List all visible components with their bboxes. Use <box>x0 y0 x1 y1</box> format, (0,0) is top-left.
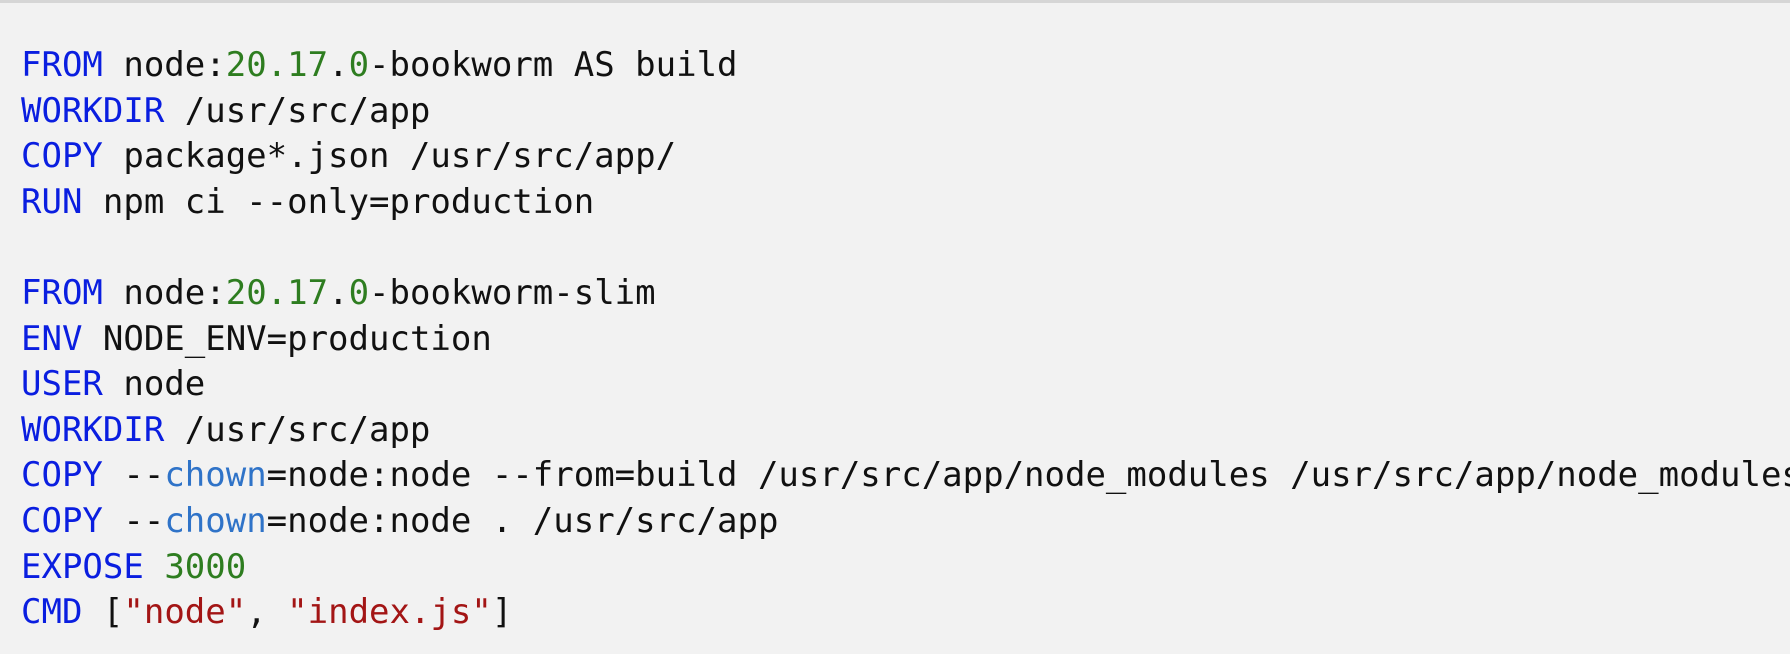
code-token: NODE_ENV=production <box>82 318 492 359</box>
code-token: node: <box>102 45 226 85</box>
code-token-flag: chown <box>164 455 267 496</box>
code-token-keyword: CMD <box>21 592 83 633</box>
code-token-keyword: COPY <box>21 455 103 496</box>
code-block[interactable]: FROM node:20.17.0-bookworm AS build WORKD… <box>0 3 1790 654</box>
code-line: WORKDIR /usr/src/app <box>21 408 1790 454</box>
code-token: . <box>328 272 349 313</box>
code-line: WORKDIR /usr/src/app <box>21 89 1790 135</box>
code-token-keyword: WORKDIR <box>21 90 165 131</box>
code-token: /usr/src/app <box>164 90 431 131</box>
code-line: RUN npm ci --only=production <box>21 180 1790 226</box>
code-token-keyword: WORKDIR <box>21 409 165 450</box>
code-token-keyword: ENV <box>21 318 83 359</box>
code-token: =node:node --from=build /usr/src/app/nod… <box>266 455 1790 496</box>
code-token-number: 3000 <box>164 546 247 587</box>
code-line: FROM node:20.17.0-bookworm AS build <box>21 43 1790 89</box>
code-token-keyword: FROM <box>21 272 103 313</box>
code-line: COPY --chown=node:node --from=build /usr… <box>21 453 1790 499</box>
code-token: . <box>328 45 349 85</box>
code-line: ENV NODE_ENV=production <box>21 317 1790 363</box>
code-token-keyword: COPY <box>21 500 103 541</box>
code-token-keyword: COPY <box>21 136 103 177</box>
code-token: [ <box>82 592 124 633</box>
code-line: EXPOSE 3000 <box>21 545 1790 591</box>
code-token: -- <box>102 455 165 496</box>
code-token: -- <box>102 500 165 541</box>
code-token-string: "node" <box>123 592 247 633</box>
code-token-flag: chown <box>164 500 267 541</box>
code-token-number: 20.17 <box>225 45 329 85</box>
code-token: =node:node . /usr/src/app <box>266 500 779 541</box>
code-token: , <box>246 592 288 633</box>
code-line: CMD ["node", "index.js"] <box>21 590 1790 636</box>
code-token-keyword: EXPOSE <box>21 546 144 587</box>
code-token-number: 0 <box>348 272 370 313</box>
code-token-number: 20.17 <box>225 272 329 313</box>
code-line: FROM node:20.17.0-bookworm-slim <box>21 271 1790 317</box>
code-token-string: "index.js" <box>287 592 492 633</box>
code-token: node: <box>102 272 226 313</box>
code-token: -bookworm-slim <box>369 272 656 313</box>
dockerfile-code[interactable]: FROM node:20.17.0-bookworm AS build WORKD… <box>21 43 1790 636</box>
code-token: ] <box>491 592 513 633</box>
code-token: node <box>102 364 206 405</box>
code-line: USER node <box>21 362 1790 408</box>
code-token-keyword: RUN <box>21 181 83 222</box>
code-token-keyword: FROM <box>21 45 103 85</box>
code-token-keyword: USER <box>21 364 103 405</box>
code-token: -bookworm AS build <box>369 45 738 85</box>
code-token: /usr/src/app <box>164 409 431 450</box>
code-token: package*.json /usr/src/app/ <box>102 136 677 177</box>
code-token: npm ci --only=production <box>82 181 595 222</box>
code-token-number: 0 <box>348 45 370 85</box>
code-line: COPY package*.json /usr/src/app/ <box>21 134 1790 180</box>
code-line: COPY --chown=node:node . /usr/src/app <box>21 499 1790 545</box>
